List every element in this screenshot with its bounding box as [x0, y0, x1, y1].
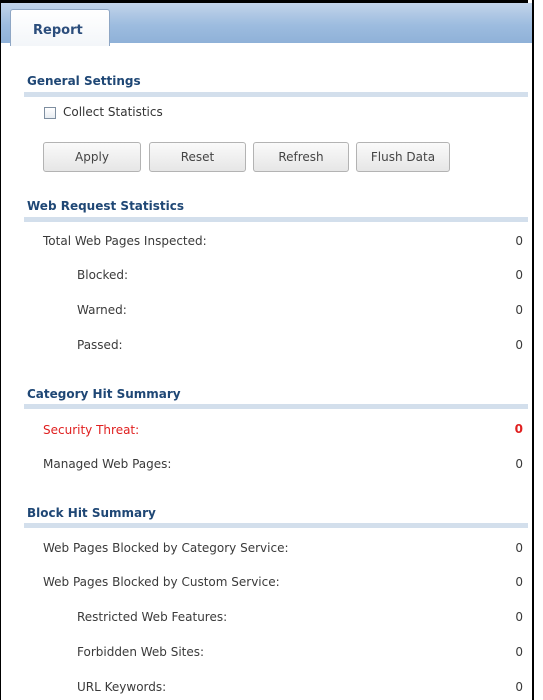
refresh-button[interactable]: Refresh: [253, 142, 349, 172]
reset-button[interactable]: Reset: [149, 142, 246, 172]
collect-statistics-checkbox[interactable]: [44, 107, 56, 119]
blocked-label: Blocked:: [77, 268, 129, 282]
url-keywords-value: 0: [515, 680, 523, 694]
section-divider: [24, 217, 528, 222]
tab-report[interactable]: Report: [10, 9, 110, 46]
block-hit-summary-title: Block Hit Summary: [27, 506, 156, 520]
restricted-web-features-label: Restricted Web Features:: [77, 610, 228, 624]
warned-value: 0: [515, 303, 523, 317]
warned-label: Warned:: [77, 303, 127, 317]
managed-web-pages-value: 0: [515, 457, 523, 471]
blocked-category-service-label: Web Pages Blocked by Category Service:: [43, 541, 289, 555]
report-panel: Report General Settings Collect Statisti…: [0, 0, 534, 700]
section-divider: [24, 523, 528, 528]
passed-label: Passed:: [77, 338, 123, 352]
section-divider: [24, 404, 528, 409]
managed-web-pages-label: Managed Web Pages:: [43, 457, 172, 471]
tab-bar: Report: [1, 3, 532, 46]
apply-button[interactable]: Apply: [43, 142, 141, 172]
forbidden-web-sites-value: 0: [515, 645, 523, 659]
web-request-statistics-title: Web Request Statistics: [27, 199, 184, 213]
category-hit-summary-title: Category Hit Summary: [27, 387, 181, 401]
forbidden-web-sites-label: Forbidden Web Sites:: [77, 645, 205, 659]
blocked-custom-service-value: 0: [515, 575, 523, 589]
collect-statistics-label: Collect Statistics: [63, 105, 163, 119]
total-inspected-value: 0: [515, 234, 523, 248]
passed-value: 0: [515, 338, 523, 352]
general-settings-title: General Settings: [27, 74, 141, 88]
restricted-web-features-value: 0: [515, 610, 523, 624]
flush-data-button[interactable]: Flush Data: [356, 142, 450, 172]
blocked-category-service-value: 0: [515, 541, 523, 555]
security-threat-value: 0: [514, 422, 523, 436]
section-divider: [24, 92, 528, 97]
blocked-custom-service-label: Web Pages Blocked by Custom Service:: [43, 575, 280, 589]
blocked-value: 0: [515, 268, 523, 282]
url-keywords-label: URL Keywords:: [77, 680, 167, 694]
security-threat-label: Security Threat:: [43, 423, 140, 437]
total-inspected-label: Total Web Pages Inspected:: [43, 234, 207, 248]
